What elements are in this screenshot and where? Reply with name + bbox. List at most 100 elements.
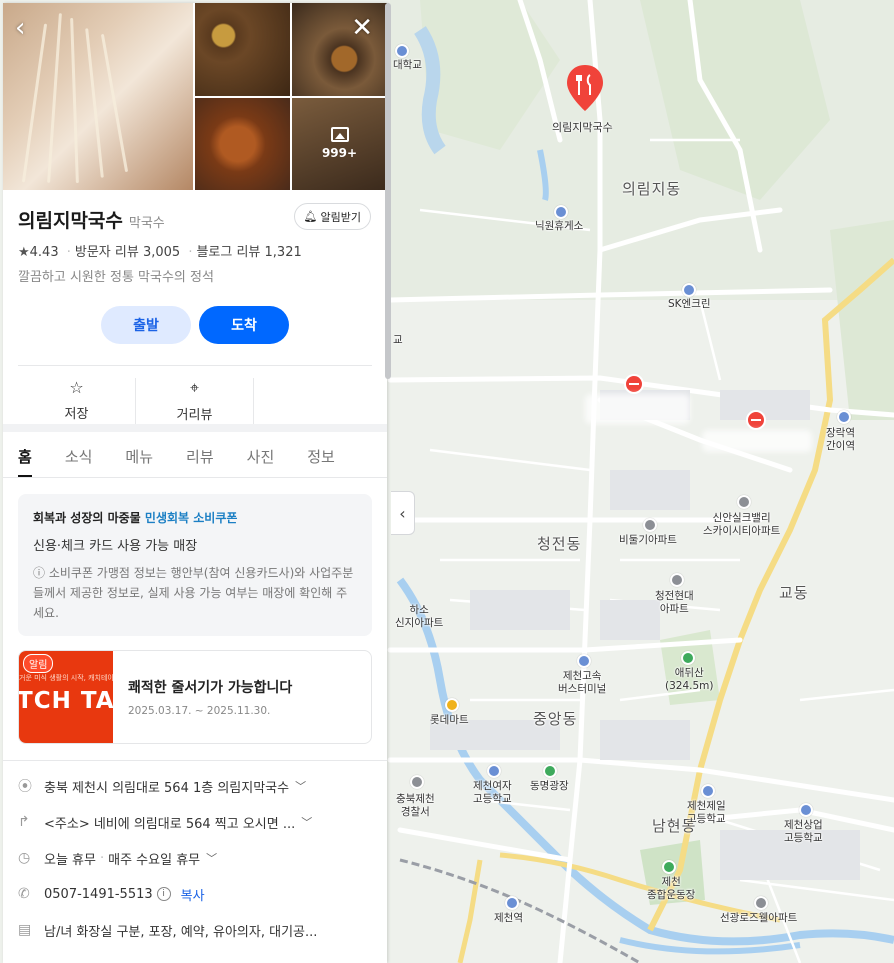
stadium-icon[interactable]: [662, 860, 676, 874]
photo-main-noodles[interactable]: [3, 3, 193, 190]
rating: 4.43: [29, 245, 59, 260]
place-category: 막국수: [128, 216, 165, 231]
map-label-seongwang[interactable]: 선광로즈웰아파트: [720, 912, 797, 925]
location-pin-icon: ⌖: [189, 378, 199, 397]
apartment-icon[interactable]: [643, 518, 657, 532]
directions-text: <주소> 네비에 의림대로 564 찍고 오시면 ...: [44, 816, 296, 832]
visitor-reviews-link[interactable]: 방문자 리뷰 3,005: [75, 245, 180, 260]
promo-card[interactable]: 알림 거운 미식 생활의 시작, 캐치테이 TCH TAB 쾌적한 줄서기가 가…: [18, 650, 372, 744]
chevron-down-icon[interactable]: ﹀: [301, 814, 312, 830]
map-label-jecheon-station[interactable]: 제천역: [494, 912, 523, 925]
map-label-jecheon-sangeop[interactable]: 제천상업 고등학교: [784, 819, 823, 845]
hours-detail: 매주 수요일 휴무: [108, 852, 201, 868]
map-label-bidulgi[interactable]: 비둘기아파트: [619, 534, 677, 547]
bus-terminal-icon[interactable]: [577, 654, 591, 668]
gas-station-icon[interactable]: [682, 283, 696, 297]
map-label-gyo-dong: 교동: [779, 584, 809, 602]
alarm-button[interactable]: 🔔︎ 알림받기: [293, 203, 371, 230]
place-panel: 999+ ‹ ✕ 의림지막국수 막국수 🔔︎ 알림받기 ★4.43 · 방문자 리뷰…: [3, 3, 387, 963]
blurred-label: [585, 394, 690, 424]
photo-thumb[interactable]: [195, 97, 290, 190]
map-label-dongmyeong[interactable]: 동명광장: [530, 780, 569, 793]
save-button[interactable]: ☆ 저장: [18, 378, 136, 424]
copy-button[interactable]: 복사: [181, 885, 205, 904]
map-label-girls-high[interactable]: 제천여자 고등학교: [473, 780, 512, 806]
blurred-label: [702, 430, 812, 452]
info-circle-icon: ⓘ: [33, 566, 49, 580]
tab-home[interactable]: 홈: [18, 432, 32, 477]
destination-button[interactable]: 도착: [199, 306, 289, 344]
address-text: 충북 제천시 의림대로 564 1층 의림지막국수: [44, 780, 290, 796]
store-icon: ▤: [18, 922, 32, 938]
promo-title: 쾌적한 줄서기가 가능합니다: [128, 680, 293, 696]
amenities-row[interactable]: ▤ 남/녀 화장실 구분, 포장, 예약, 유아의자, 대기공...: [18, 912, 372, 948]
chevron-down-icon[interactable]: ﹀: [295, 778, 306, 794]
start-button[interactable]: 출발: [101, 306, 191, 344]
map-label-aedwisan[interactable]: 애뒤산 (324.5m): [665, 667, 713, 693]
university-icon[interactable]: [395, 44, 409, 58]
map-label-cheongjeon-dong: 청전동: [537, 535, 582, 553]
tab-review[interactable]: 리뷰: [186, 432, 214, 477]
photo-thumb[interactable]: [195, 3, 290, 96]
street-view-button[interactable]: ⌖ 거리뷰: [136, 378, 254, 424]
police-icon[interactable]: [410, 775, 424, 789]
back-arrow-icon[interactable]: ‹: [15, 15, 25, 41]
map-label-restaurant[interactable]: 의림지막국수: [552, 119, 613, 135]
plaza-icon[interactable]: [543, 764, 557, 778]
apartment-icon[interactable]: [737, 495, 751, 509]
photo-more-button[interactable]: 999+: [292, 97, 387, 190]
amenities-text: 남/녀 화장실 구분, 포장, 예약, 유아의자, 대기공...: [44, 924, 318, 940]
map-label-police[interactable]: 충북제천 경찰서: [396, 793, 435, 819]
map-label-sk[interactable]: SK엔크린: [668, 298, 711, 311]
blog-reviews-link[interactable]: 블로그 리뷰 1,321: [196, 245, 301, 260]
hours-row[interactable]: ◷ 오늘 휴무 · 매주 수요일 휴무 ﹀: [18, 840, 372, 876]
collapse-panel-button[interactable]: ‹: [391, 491, 415, 535]
map-label-rest-area[interactable]: 닉원휴게소: [535, 220, 583, 233]
school-icon[interactable]: [799, 803, 813, 817]
map-label-sinan[interactable]: 신안실크밸리 스카이시티아파트: [703, 512, 780, 538]
train-station-icon[interactable]: [837, 410, 851, 424]
phone-number[interactable]: 0507-1491-5513: [44, 887, 153, 902]
place-meta: ★4.43 · 방문자 리뷰 3,005 · 블로그 리뷰 1,321: [18, 245, 302, 260]
promo-image-small-text: 거운 미식 생활의 시작, 캐치테이: [19, 674, 113, 682]
rest-area-icon[interactable]: [554, 205, 568, 219]
map-label-jangrak[interactable]: 장락역 간이역: [826, 427, 855, 453]
photo-count: 999+: [321, 146, 358, 161]
tab-news[interactable]: 소식: [65, 432, 93, 477]
action-bar: ☆ 저장 ⌖ 거리뷰: [3, 366, 387, 424]
apartment-icon[interactable]: [670, 573, 684, 587]
map-label-jecheon-cheil[interactable]: 제천제일 고등학교: [687, 800, 726, 826]
directions-row[interactable]: ↱ <주소> 네비에 의림대로 564 찍고 오시면 ... ﹀: [18, 804, 372, 840]
mart-icon[interactable]: [445, 698, 459, 712]
photo-gallery[interactable]: 999+ ‹ ✕: [3, 3, 387, 190]
close-icon[interactable]: ✕: [351, 15, 373, 41]
phone-icon: ✆: [18, 886, 30, 902]
street-view-label: 거리뷰: [176, 408, 213, 423]
tab-bar: 홈 소식 메뉴 리뷰 사진 정보: [3, 432, 387, 478]
notice-disclaimer: 소비쿠폰 가맹점 정보는 행안부(참여 신용카드사)와 사업주분들께서 제공한 …: [33, 566, 354, 620]
map-label-cheongjeon-hyundai[interactable]: 청전현대 아파트: [655, 590, 694, 616]
map-label-jungang-dong: 중앙동: [533, 710, 578, 728]
apartment-icon[interactable]: [754, 896, 768, 910]
tab-menu[interactable]: 메뉴: [125, 432, 153, 477]
map-label-univ[interactable]: 대학교: [393, 59, 422, 72]
school-icon[interactable]: [487, 764, 501, 778]
chevron-left-icon: ‹: [399, 503, 406, 523]
coupon-notice: 회복과 성장의 마중물 민생회복 소비쿠폰 신용·체크 카드 사용 가능 매장 …: [18, 494, 372, 636]
notice-highlight[interactable]: 민생회복 소비쿠폰: [145, 511, 238, 525]
map-label-terminal[interactable]: 제천고속 버스터미널: [558, 670, 606, 696]
address-row[interactable]: ⦿ 충북 제천시 의림대로 564 1층 의림지막국수 ﹀: [18, 768, 372, 804]
school-icon[interactable]: [701, 784, 715, 798]
info-icon[interactable]: i: [156, 887, 171, 901]
map-label-lotte[interactable]: 롯데마트: [430, 714, 469, 727]
tab-photo[interactable]: 사진: [247, 432, 275, 477]
place-title-row: 의림지막국수 막국수 🔔︎ 알림받기: [3, 190, 387, 234]
panel-scrollbar[interactable]: [385, 3, 391, 379]
phone-row: ✆ 0507-1491-5513 i 복사: [18, 876, 372, 912]
chevron-down-icon[interactable]: ﹀: [206, 850, 217, 866]
mountain-icon[interactable]: [681, 651, 695, 665]
map-label-hasodong[interactable]: 하소 신지아파트: [395, 604, 443, 630]
map-label-stadium[interactable]: 제천 종합운동장: [647, 876, 695, 902]
tab-info[interactable]: 정보: [307, 432, 335, 477]
train-station-icon[interactable]: [505, 896, 519, 910]
